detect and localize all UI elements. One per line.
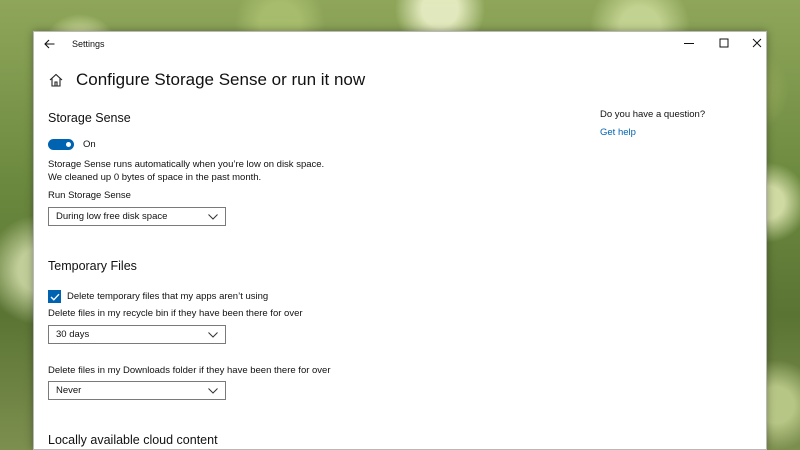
page-header: Configure Storage Sense or run it now [48, 68, 365, 92]
chevron-down-icon [208, 331, 218, 338]
delete-temp-files-checkbox[interactable] [48, 290, 61, 303]
close-button[interactable] [742, 32, 772, 54]
help-question: Do you have a question? [600, 109, 706, 120]
home-icon[interactable] [48, 72, 64, 88]
page-title: Configure Storage Sense or run it now [76, 70, 366, 89]
toggle-state-label: On [83, 139, 96, 150]
maximize-button[interactable] [709, 32, 739, 54]
minimize-button[interactable] [674, 32, 704, 54]
recycle-bin-dropdown[interactable]: 30 days [48, 325, 226, 344]
downloads-label: Delete files in my Downloads folder if t… [48, 365, 331, 376]
chevron-down-icon [208, 213, 218, 220]
maximize-icon [719, 38, 729, 48]
storage-sense-heading: Storage Sense [48, 111, 131, 125]
delete-temp-files-label: Delete temporary files that my apps aren… [67, 291, 269, 302]
minimize-icon [684, 43, 694, 44]
storage-sense-description-1: Storage Sense runs automatically when yo… [48, 159, 325, 170]
run-storage-sense-label: Run Storage Sense [48, 190, 131, 201]
dropdown-value: Never [56, 385, 82, 396]
cloud-content-heading: Locally available cloud content [48, 433, 218, 447]
dropdown-value: During low free disk space [56, 211, 168, 222]
close-icon [752, 38, 762, 48]
delete-temp-files-row: Delete temporary files that my apps aren… [48, 290, 268, 303]
temporary-files-heading: Temporary Files [48, 259, 137, 273]
get-help-link[interactable]: Get help [600, 127, 636, 138]
storage-sense-description-2: We cleaned up 0 bytes of space in the pa… [48, 172, 262, 183]
downloads-dropdown[interactable]: Never [48, 381, 226, 400]
title-bar: Settings [34, 32, 766, 56]
storage-sense-toggle-row: On [48, 139, 96, 150]
storage-sense-toggle[interactable] [48, 139, 74, 150]
chevron-down-icon [208, 387, 218, 394]
recycle-bin-label: Delete files in my recycle bin if they h… [48, 308, 303, 319]
dropdown-value: 30 days [56, 329, 90, 340]
run-storage-sense-dropdown[interactable]: During low free disk space [48, 207, 226, 226]
settings-window: Settings Configure Storage Sense or run … [33, 31, 767, 450]
back-button[interactable] [38, 34, 60, 54]
checkmark-icon [50, 293, 60, 301]
back-arrow-icon [43, 39, 54, 49]
window-title: Settings [72, 39, 105, 49]
